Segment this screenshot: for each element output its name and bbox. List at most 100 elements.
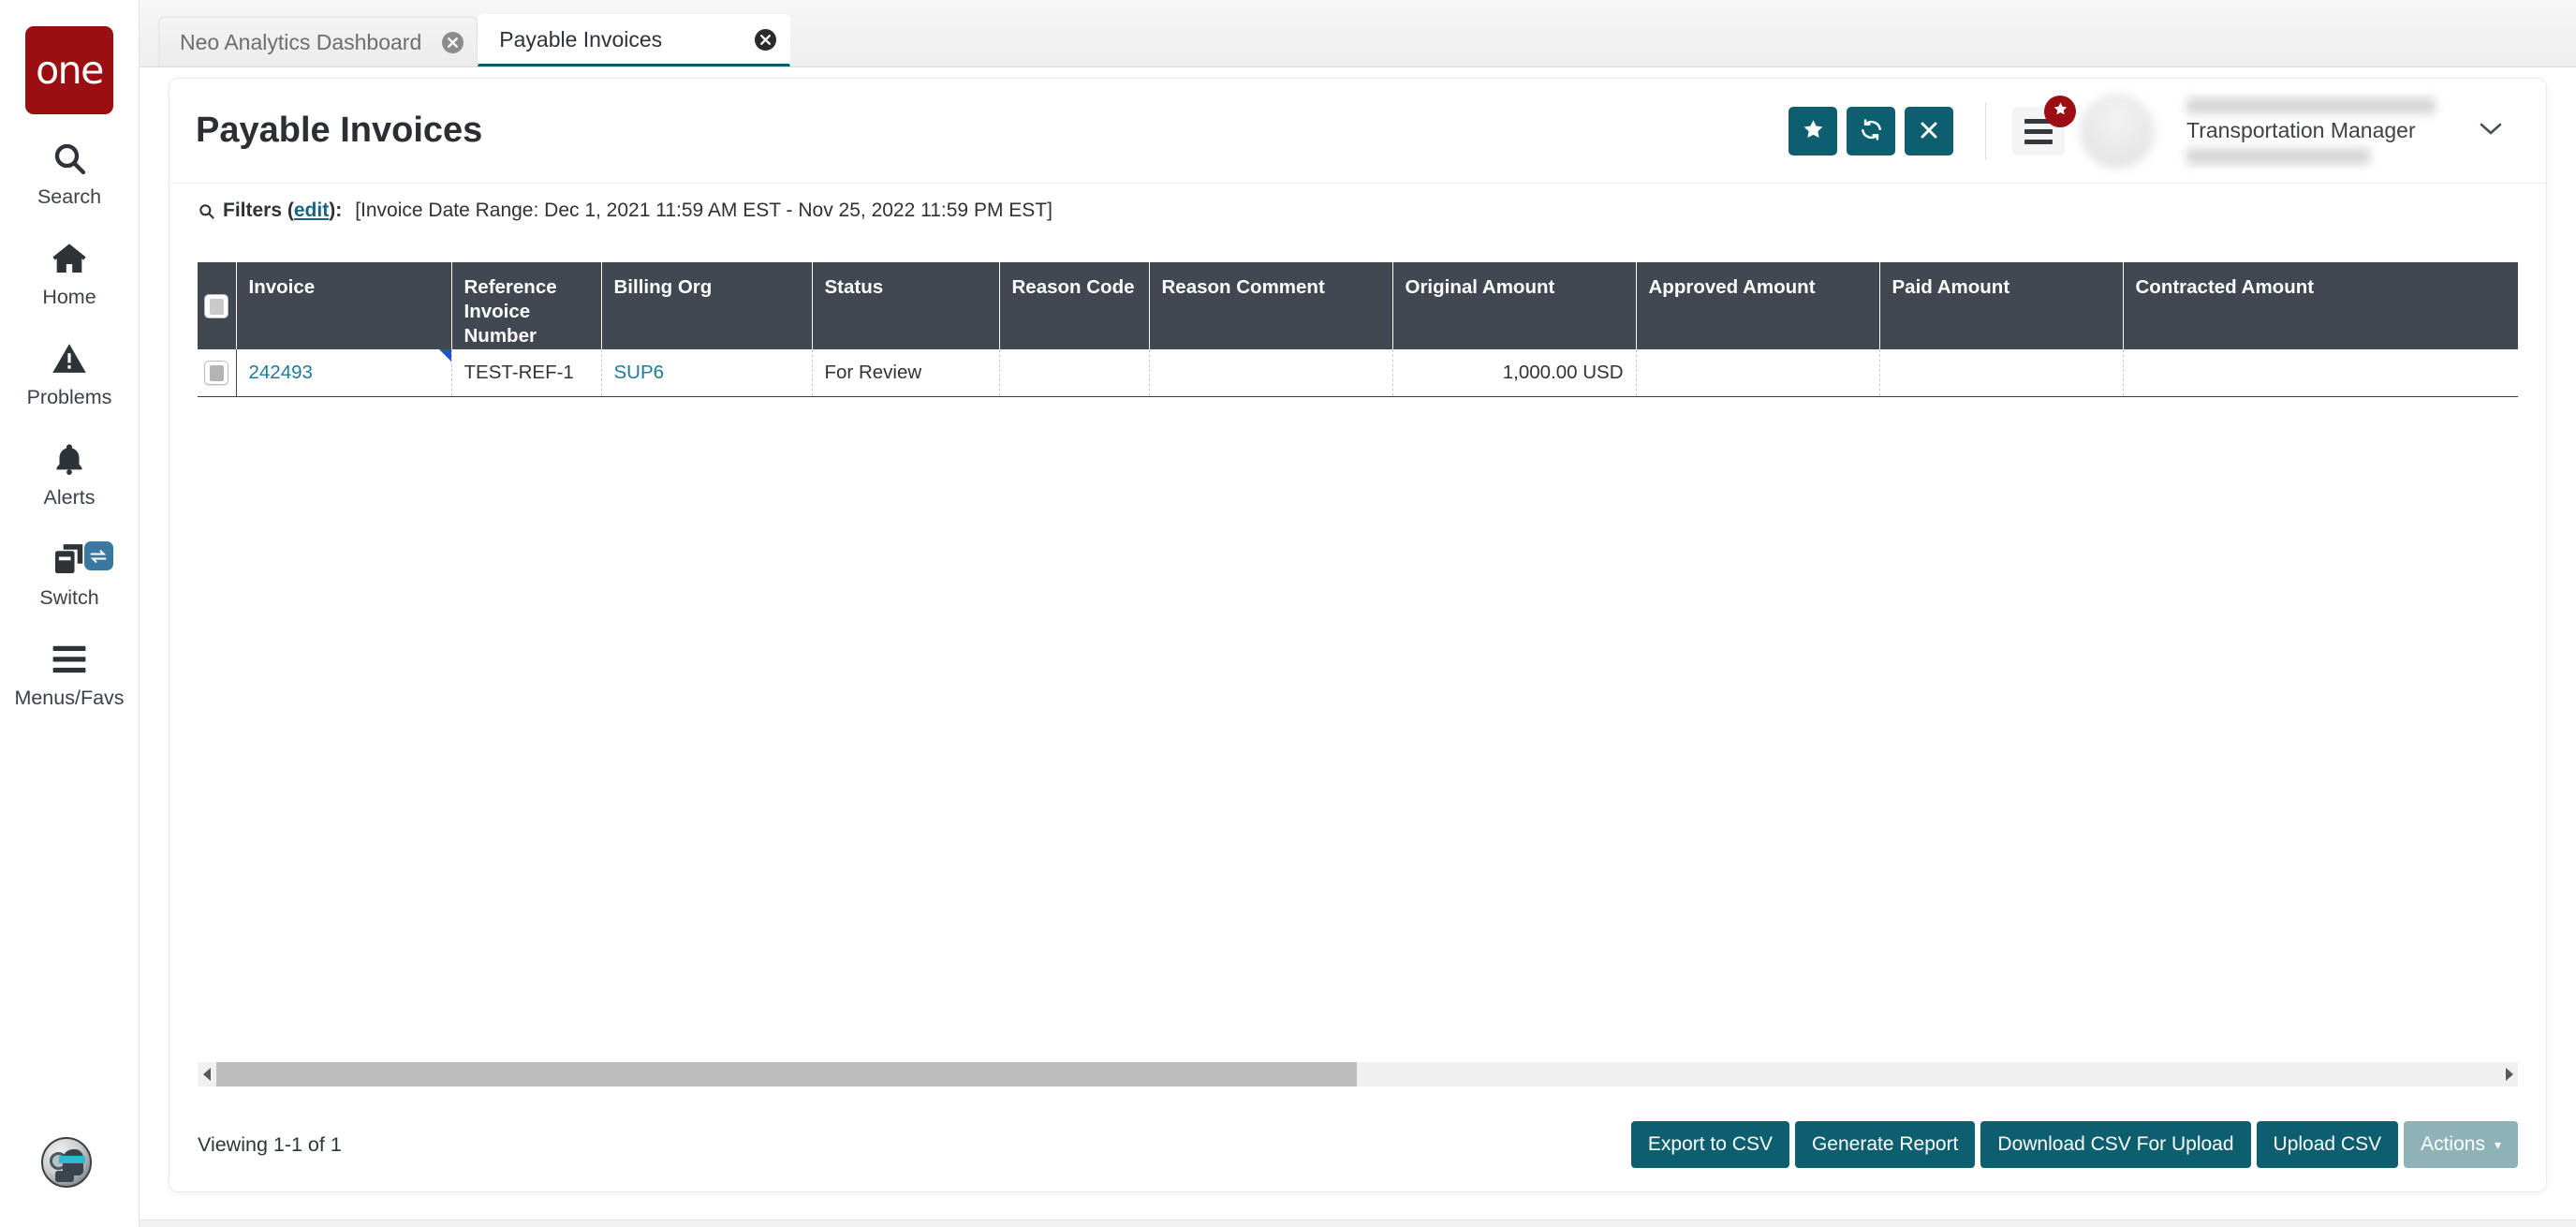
column-header-paid-amount[interactable]: Paid Amount xyxy=(1879,262,2123,349)
sidebar-item-label: Alerts xyxy=(44,486,96,510)
close-icon[interactable] xyxy=(755,29,776,51)
column-header-reason-code[interactable]: Reason Code xyxy=(999,262,1149,349)
billing-org-link[interactable]: SUP6 xyxy=(614,362,665,383)
brand-logo[interactable]: one xyxy=(25,26,113,114)
sidebar-item-label: Menus/Favs xyxy=(14,687,124,710)
viewing-count: Viewing 1-1 of 1 xyxy=(198,1133,342,1157)
cell-reason-comment xyxy=(1149,349,1392,397)
hamburger-icon xyxy=(52,638,87,681)
favorite-button[interactable] xyxy=(1788,107,1837,155)
scrollbar-thumb[interactable] xyxy=(216,1062,1357,1087)
cell-reference-invoice-number: TEST-REF-1 xyxy=(451,349,601,397)
sidebar-item-home[interactable]: Home xyxy=(0,214,140,315)
column-header-contracted-amount[interactable]: Contracted Amount xyxy=(2123,262,2518,349)
switch-windows-icon xyxy=(52,538,87,581)
search-icon xyxy=(51,137,88,180)
table-row[interactable]: 242493 TEST-REF-1 SUP6 For Review 1,000.… xyxy=(198,349,2518,397)
hamburger-icon-bar xyxy=(2024,129,2053,134)
data-table-region: Invoice Reference Invoice Number Billing… xyxy=(198,262,2518,1087)
sidebar-item-label: Home xyxy=(42,286,96,309)
table-header-row: Invoice Reference Invoice Number Billing… xyxy=(198,262,2518,349)
sidebar-item-switch[interactable]: Switch xyxy=(0,515,140,615)
filters-colon: : xyxy=(335,200,342,221)
row-flag-icon xyxy=(439,349,451,362)
tab-neo-analytics-dashboard[interactable]: Neo Analytics Dashboard xyxy=(158,17,478,67)
close-button[interactable] xyxy=(1905,107,1953,155)
cell-status: For Review xyxy=(812,349,999,397)
select-all-checkbox[interactable] xyxy=(204,294,228,318)
filters-edit-link[interactable]: edit xyxy=(294,200,329,222)
refresh-icon xyxy=(1859,117,1884,145)
robot-assistant-icon[interactable] xyxy=(41,1137,92,1188)
user-extra-redacted xyxy=(2186,148,2370,165)
page-shell: Payable Invoices xyxy=(169,79,2546,1191)
chevron-down-icon[interactable] xyxy=(2479,121,2503,141)
left-navigation-rail: one Search Home Problems xyxy=(0,0,140,1227)
swap-arrows-icon[interactable] xyxy=(84,541,113,570)
header-action-group: Transportation Manager xyxy=(1779,79,2546,184)
filters-bar: Filters ( edit ): [Invoice Date Range: D… xyxy=(169,193,2546,229)
invoice-link[interactable]: 242493 xyxy=(249,362,313,383)
cell-paid-amount xyxy=(1879,349,2123,397)
sidebar-item-label: Search xyxy=(37,185,101,209)
row-checkbox[interactable] xyxy=(204,361,228,385)
sidebar-item-problems[interactable]: Problems xyxy=(0,315,140,415)
star-icon xyxy=(2053,101,2068,122)
column-header-status[interactable]: Status xyxy=(812,262,999,349)
home-icon xyxy=(50,237,89,280)
filters-paren-open: ( xyxy=(282,200,294,222)
header-divider xyxy=(1985,102,1986,160)
cell-reason-code xyxy=(999,349,1149,397)
window-bottom-edge xyxy=(140,1220,2576,1227)
row-select-cell[interactable] xyxy=(198,349,236,397)
column-header-original-amount[interactable]: Original Amount xyxy=(1392,262,1636,349)
select-all-header[interactable] xyxy=(198,262,236,349)
tab-label: Payable Invoices xyxy=(499,27,734,52)
browser-tab-strip: Neo Analytics Dashboard Payable Invoices xyxy=(140,0,2576,67)
filters-paren-close: ): xyxy=(329,200,342,222)
cell-original-amount: 1,000.00 USD xyxy=(1392,349,1636,397)
robot-glyph xyxy=(46,1142,87,1183)
column-header-invoice[interactable]: Invoice xyxy=(236,262,451,349)
search-icon xyxy=(198,202,215,220)
refresh-button[interactable] xyxy=(1847,107,1895,155)
filters-summary: [Invoice Date Range: Dec 1, 2021 11:59 A… xyxy=(355,200,1052,222)
generate-report-button[interactable]: Generate Report xyxy=(1795,1121,1975,1168)
horizontal-scrollbar[interactable] xyxy=(198,1062,2518,1087)
payable-invoices-table: Invoice Reference Invoice Number Billing… xyxy=(198,262,2518,397)
menus-favs-button-wrap xyxy=(2012,107,2065,155)
sidebar-item-alerts[interactable]: Alerts xyxy=(0,415,140,515)
filters-label: Filters xyxy=(223,200,282,222)
column-header-reference-invoice-number[interactable]: Reference Invoice Number xyxy=(451,262,601,349)
cell-contracted-amount xyxy=(2123,349,2518,397)
chevron-down-icon: ▾ xyxy=(2495,1137,2501,1153)
footer-button-group: Export to CSV Generate Report Download C… xyxy=(1626,1121,2518,1168)
user-meta: Transportation Manager xyxy=(2186,97,2436,165)
user-role: Transportation Manager xyxy=(2186,118,2436,144)
upload-csv-button[interactable]: Upload CSV xyxy=(2257,1121,2399,1168)
column-header-billing-org[interactable]: Billing Org xyxy=(601,262,812,349)
export-to-csv-button[interactable]: Export to CSV xyxy=(1631,1121,1789,1168)
sidebar-item-menus-favs[interactable]: Menus/Favs xyxy=(0,615,140,716)
brand-logo-text: one xyxy=(36,52,103,90)
scrollbar-track[interactable] xyxy=(216,1062,2499,1087)
close-icon[interactable] xyxy=(442,32,464,53)
sidebar-item-label: Problems xyxy=(27,386,112,409)
star-icon xyxy=(1802,118,1825,144)
favorites-badge xyxy=(2044,96,2076,127)
actions-dropdown-button[interactable]: Actions ▾ xyxy=(2404,1121,2518,1168)
bell-icon xyxy=(52,437,86,480)
actions-label: Actions xyxy=(2421,1133,2485,1156)
download-csv-for-upload-button[interactable]: Download CSV For Upload xyxy=(1980,1121,2250,1168)
column-header-reason-comment[interactable]: Reason Comment xyxy=(1149,262,1392,349)
user-menu[interactable]: Transportation Manager xyxy=(2072,94,2540,169)
sidebar-item-search[interactable]: Search xyxy=(0,114,140,214)
sidebar-item-label: Switch xyxy=(39,586,98,610)
column-header-approved-amount[interactable]: Approved Amount xyxy=(1636,262,1879,349)
scroll-right-arrow-icon[interactable] xyxy=(2499,1062,2518,1087)
warning-triangle-icon xyxy=(51,337,88,380)
cell-invoice: 242493 xyxy=(236,349,451,397)
scroll-left-arrow-icon[interactable] xyxy=(198,1062,216,1087)
tab-label: Neo Analytics Dashboard xyxy=(180,30,421,55)
tab-payable-invoices[interactable]: Payable Invoices xyxy=(478,14,790,67)
